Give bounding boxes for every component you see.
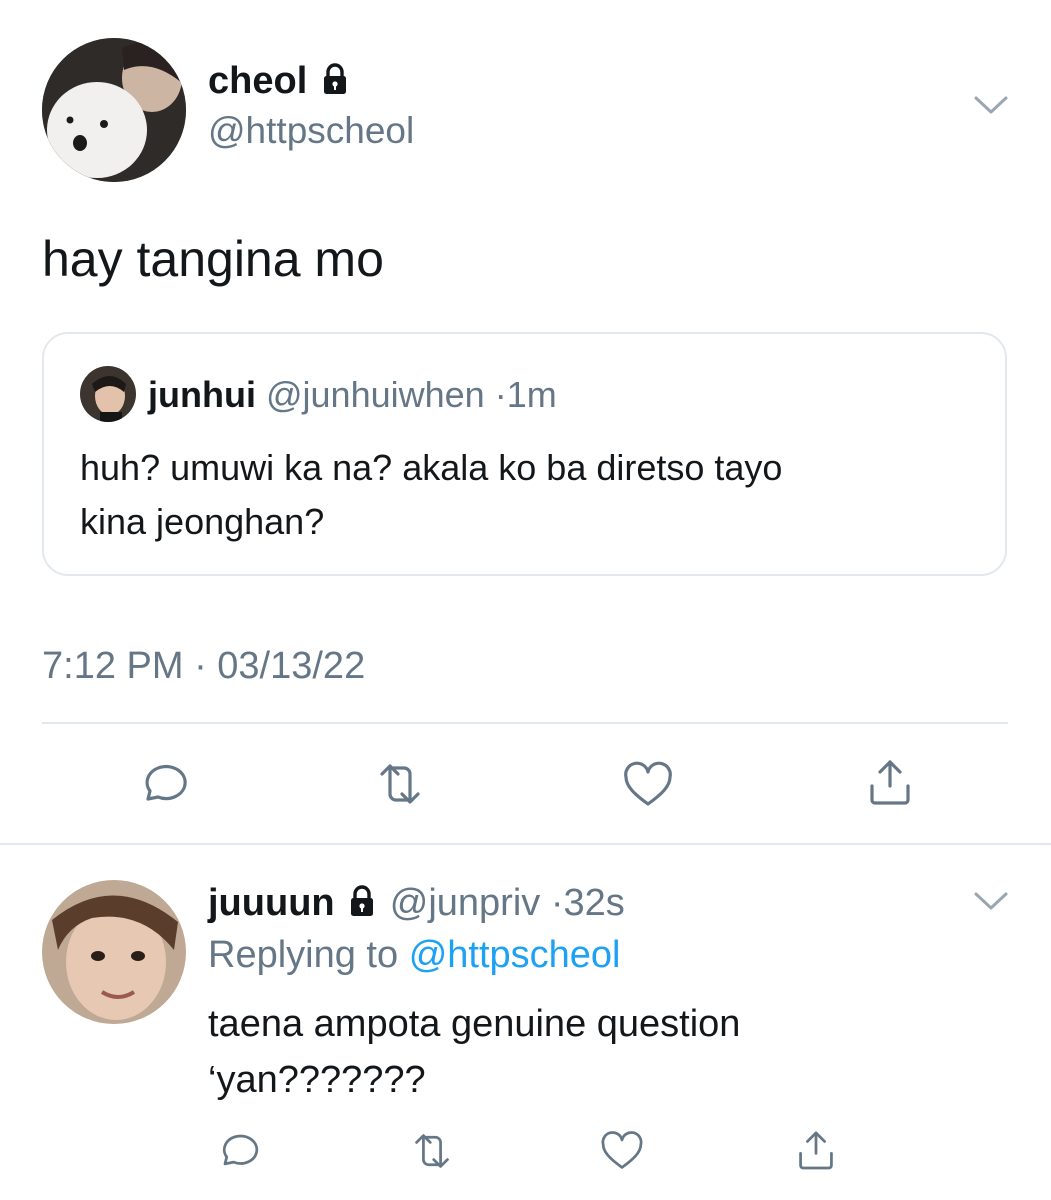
retweet-icon[interactable] bbox=[368, 756, 432, 812]
lock-icon bbox=[318, 61, 352, 107]
main-author-name-row: cheol bbox=[208, 58, 352, 107]
main-author-handle[interactable]: @httpscheol bbox=[208, 108, 414, 154]
quoted-dot-separator: · bbox=[494, 374, 507, 415]
quoted-time: 1m bbox=[506, 374, 557, 415]
quoted-text-line-1: huh? umuwi ka na? akala ko ba diretso ta… bbox=[80, 447, 783, 488]
replying-to: Replying to @httpscheol bbox=[208, 932, 621, 978]
reply-time: 32s bbox=[563, 882, 625, 924]
tweet-timestamp[interactable]: 7:12 PM · 03/13/22 bbox=[42, 643, 365, 689]
reply-author-name[interactable]: juuuun bbox=[208, 882, 335, 924]
chevron-down-icon[interactable] bbox=[973, 94, 1009, 116]
quoted-text-line-2: kina jeonghan? bbox=[80, 501, 325, 542]
share-icon[interactable] bbox=[862, 754, 918, 810]
tweet-text: hay tangina mo bbox=[42, 231, 384, 287]
reply-header: juuuun @junpriv ·32s bbox=[208, 880, 625, 929]
reply-text-line-2: ‘yan??????? bbox=[208, 1059, 426, 1101]
divider bbox=[42, 722, 1008, 724]
chevron-down-icon[interactable] bbox=[973, 890, 1009, 912]
reply-icon[interactable] bbox=[213, 1127, 261, 1175]
retweet-icon[interactable] bbox=[404, 1127, 460, 1175]
like-icon[interactable] bbox=[620, 758, 676, 814]
quoted-author-handle: @junhuiwhen bbox=[265, 374, 485, 415]
reply-text-line-1: taena ampota genuine question bbox=[208, 1003, 741, 1045]
lock-icon bbox=[345, 883, 379, 929]
like-icon[interactable] bbox=[598, 1128, 646, 1176]
share-icon[interactable] bbox=[792, 1126, 840, 1174]
quoted-author-name: junhui bbox=[148, 374, 256, 415]
replying-to-handle-link[interactable]: @httpscheol bbox=[409, 934, 621, 976]
quoted-header: junhui @junhuiwhen ·1m bbox=[148, 373, 557, 417]
reply-author-handle[interactable]: @junpriv bbox=[390, 882, 541, 924]
reply-icon[interactable] bbox=[134, 756, 190, 812]
reply-dot-separator: · bbox=[550, 882, 564, 924]
replying-to-label: Replying to bbox=[208, 934, 399, 976]
main-author-name[interactable]: cheol bbox=[208, 60, 307, 102]
main-author-avatar[interactable] bbox=[42, 38, 186, 182]
quoted-author-avatar bbox=[80, 366, 136, 422]
reply-author-avatar[interactable] bbox=[42, 880, 186, 1024]
divider bbox=[0, 843, 1051, 845]
